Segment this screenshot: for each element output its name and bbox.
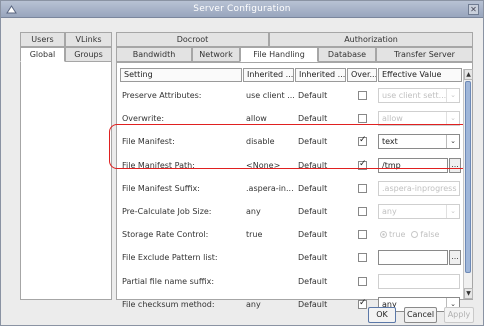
table-row: File Manifest Suffix: .aspera-in... Defaul… xyxy=(120,178,462,199)
left-panel xyxy=(20,47,112,300)
left-tabs-row1: Users VLinks xyxy=(20,32,112,47)
inherited-from: Default xyxy=(298,207,328,216)
server-configuration-window: Server Configuration ✕ Users VLinks Glob… xyxy=(0,0,484,326)
setting-label: File Manifest Suffix: xyxy=(122,184,200,193)
title-bar: Server Configuration ✕ xyxy=(1,1,483,18)
override-checkbox[interactable] xyxy=(358,91,367,100)
tab-global[interactable]: Global xyxy=(20,47,65,62)
chevron-down-icon[interactable]: ⌄ xyxy=(446,205,459,218)
override-checkbox[interactable] xyxy=(358,207,367,216)
effective-value-input: .aspera-inprogress xyxy=(378,181,460,196)
tab-vlinks[interactable]: VLinks xyxy=(65,32,112,47)
highlight-box xyxy=(109,124,470,169)
inherited-from: Default xyxy=(298,277,328,286)
setting-label: File checksum method: xyxy=(122,300,215,309)
window-title: Server Configuration xyxy=(193,4,291,14)
override-checkbox[interactable] xyxy=(358,253,367,262)
ok-button[interactable]: OK xyxy=(368,307,396,323)
table-row: Preserve Attributes: use client ... Defaul… xyxy=(120,85,462,106)
table-row: Pre-Calculate Job Size: any Default any ⌄ xyxy=(120,201,462,222)
inherited-from: Default xyxy=(298,253,328,262)
scroll-thumb[interactable] xyxy=(465,81,471,273)
column-header-inherited-value[interactable]: Inherited ... xyxy=(243,68,294,82)
inherited-from: Default xyxy=(298,91,328,100)
vertical-scrollbar[interactable]: ▲ ▼ xyxy=(463,69,473,299)
table-row: Partial file name suffix: Default xyxy=(120,271,462,292)
setting-label: Preserve Attributes: xyxy=(122,91,202,100)
radio-true[interactable] xyxy=(380,231,387,238)
left-tabs-row2: Global Groups xyxy=(20,47,112,62)
browse-button[interactable]: ... xyxy=(449,250,461,265)
tab-authorization[interactable]: Authorization xyxy=(269,32,473,47)
setting-label: Partial file name suffix: xyxy=(122,277,215,286)
effective-value-text: allow xyxy=(382,114,403,123)
override-checkbox[interactable] xyxy=(358,230,367,239)
radio-false-label: false xyxy=(420,230,440,239)
setting-label: Storage Rate Control: xyxy=(122,230,209,239)
tab-docroot[interactable]: Docroot xyxy=(116,32,269,47)
radio-true-label: true xyxy=(389,230,406,239)
scroll-up-icon[interactable]: ▲ xyxy=(464,69,473,80)
inherited-value: true xyxy=(246,230,263,239)
override-checkbox[interactable] xyxy=(358,114,367,123)
right-tabs-row2: Bandwidth Network File Handling Database… xyxy=(116,47,473,62)
tab-groups[interactable]: Groups xyxy=(65,47,112,62)
effective-value-text: use client sett... xyxy=(382,91,447,100)
inherited-value: any xyxy=(246,300,261,309)
effective-value-dropdown: use client sett... ⌄ xyxy=(378,88,460,103)
tab-users[interactable]: Users xyxy=(20,32,65,47)
effective-value-text: any xyxy=(382,207,397,216)
override-checkbox[interactable] xyxy=(358,184,367,193)
effective-value-input[interactable] xyxy=(378,250,448,265)
inherited-value: .aspera-in... xyxy=(246,184,294,193)
table-row: Storage Rate Control: true Default true fals… xyxy=(120,224,462,245)
override-checkbox[interactable] xyxy=(358,277,367,286)
tab-transfer-server[interactable]: Transfer Server xyxy=(376,47,473,62)
inherited-value: use client ... xyxy=(246,91,295,100)
setting-label: File Exclude Pattern list: xyxy=(122,253,218,262)
inherited-from: Default xyxy=(298,300,328,309)
override-checkbox[interactable] xyxy=(358,298,367,309)
cancel-button[interactable]: Cancel xyxy=(404,307,437,323)
scroll-down-icon[interactable]: ▼ xyxy=(464,288,473,299)
setting-label: Pre-Calculate Job Size: xyxy=(122,207,212,216)
effective-value-input xyxy=(378,274,460,289)
apply-button[interactable]: Apply xyxy=(444,307,474,323)
inherited-value xyxy=(246,247,296,268)
tab-bandwidth[interactable]: Bandwidth xyxy=(116,47,192,62)
column-header-effective-value[interactable]: Effective Value xyxy=(378,68,462,82)
inherited-value xyxy=(246,271,296,292)
inherited-value: any xyxy=(246,207,261,216)
column-header-setting[interactable]: Setting xyxy=(120,68,242,82)
radio-false[interactable] xyxy=(411,231,419,238)
column-header-inherited-from[interactable]: Inherited ... xyxy=(295,68,346,82)
effective-value-dropdown: any ⌄ xyxy=(378,204,460,219)
chevron-down-icon[interactable]: ⌄ xyxy=(446,89,459,102)
inherited-from: Default xyxy=(298,230,328,239)
close-icon[interactable]: ✕ xyxy=(468,4,479,15)
storage-rate-radio-group: true false xyxy=(380,224,460,245)
table-row: File Exclude Pattern list: Default... xyxy=(120,247,462,268)
tab-database[interactable]: Database xyxy=(318,47,376,62)
column-header-override[interactable]: Over... xyxy=(347,68,377,82)
inherited-from: Default xyxy=(298,184,328,193)
tab-network[interactable]: Network xyxy=(192,47,240,62)
tab-file-handling[interactable]: File Handling xyxy=(240,47,318,62)
right-tabs-row1: Docroot Authorization xyxy=(116,32,473,47)
